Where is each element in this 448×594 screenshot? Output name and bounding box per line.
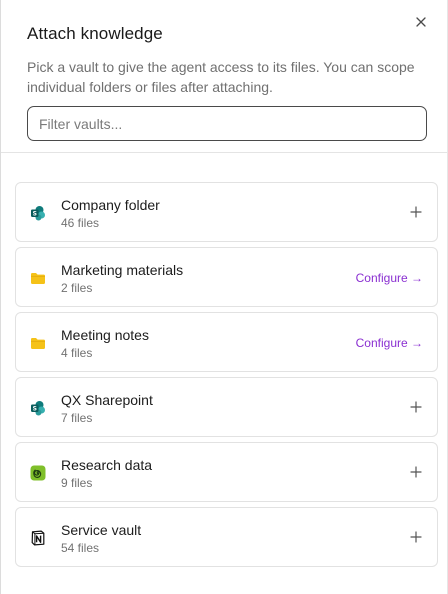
vault-item-qx-sharepoint[interactable]: S QX Sharepoint 7 files xyxy=(15,377,438,437)
plus-icon xyxy=(410,401,422,413)
vault-name: Marketing materials xyxy=(61,262,184,278)
dialog-title: Attach knowledge xyxy=(27,24,163,43)
add-vault-button[interactable] xyxy=(409,465,423,479)
vault-item-meeting-notes[interactable]: Meeting notes 4 files Configure → xyxy=(15,312,438,372)
vault-file-count: 7 files xyxy=(61,411,93,425)
svg-text:S: S xyxy=(33,406,37,413)
plus-icon xyxy=(410,206,422,218)
vault-item-marketing-materials[interactable]: Marketing materials 2 files Configure → xyxy=(15,247,438,307)
notion-icon xyxy=(29,529,47,547)
folder-icon xyxy=(29,334,47,352)
vault-name: Meeting notes xyxy=(61,327,149,343)
close-button[interactable] xyxy=(413,14,429,30)
vault-file-count: 2 files xyxy=(61,281,93,295)
close-icon xyxy=(416,17,426,27)
attach-knowledge-dialog: Attach knowledge Pick a vault to give th… xyxy=(0,0,448,594)
configure-link[interactable]: Configure → xyxy=(356,271,423,285)
filter-vaults-input[interactable] xyxy=(27,106,427,141)
vault-file-count: 54 files xyxy=(61,541,100,555)
plus-icon xyxy=(410,466,422,478)
vault-name: Company folder xyxy=(61,197,160,213)
vault-name: QX Sharepoint xyxy=(61,392,153,408)
vault-name: Research data xyxy=(61,457,153,473)
add-vault-button[interactable] xyxy=(409,530,423,544)
vault-item-service-vault[interactable]: Service vault 54 files xyxy=(15,507,438,567)
add-vault-button[interactable] xyxy=(409,205,423,219)
spiral-icon xyxy=(29,464,47,482)
svg-text:S: S xyxy=(33,211,37,218)
vault-item-company-folder[interactable]: S Company folder 46 files xyxy=(15,182,438,242)
plus-icon xyxy=(410,531,422,543)
vault-file-count: 4 files xyxy=(61,346,93,360)
vault-file-count: 46 files xyxy=(61,216,100,230)
folder-icon xyxy=(29,269,47,287)
sharepoint-icon: S xyxy=(29,204,47,222)
vault-item-research-data[interactable]: Research data 9 files xyxy=(15,442,438,502)
vault-file-count: 9 files xyxy=(61,476,93,490)
add-vault-button[interactable] xyxy=(409,400,423,414)
vault-list: S Company folder 46 files Marketing mate… xyxy=(15,182,438,572)
configure-link[interactable]: Configure → xyxy=(356,336,423,350)
dialog-subtitle: Pick a vault to give the agent access to… xyxy=(27,59,415,95)
sharepoint-icon: S xyxy=(29,399,47,417)
vault-name: Service vault xyxy=(61,522,142,538)
